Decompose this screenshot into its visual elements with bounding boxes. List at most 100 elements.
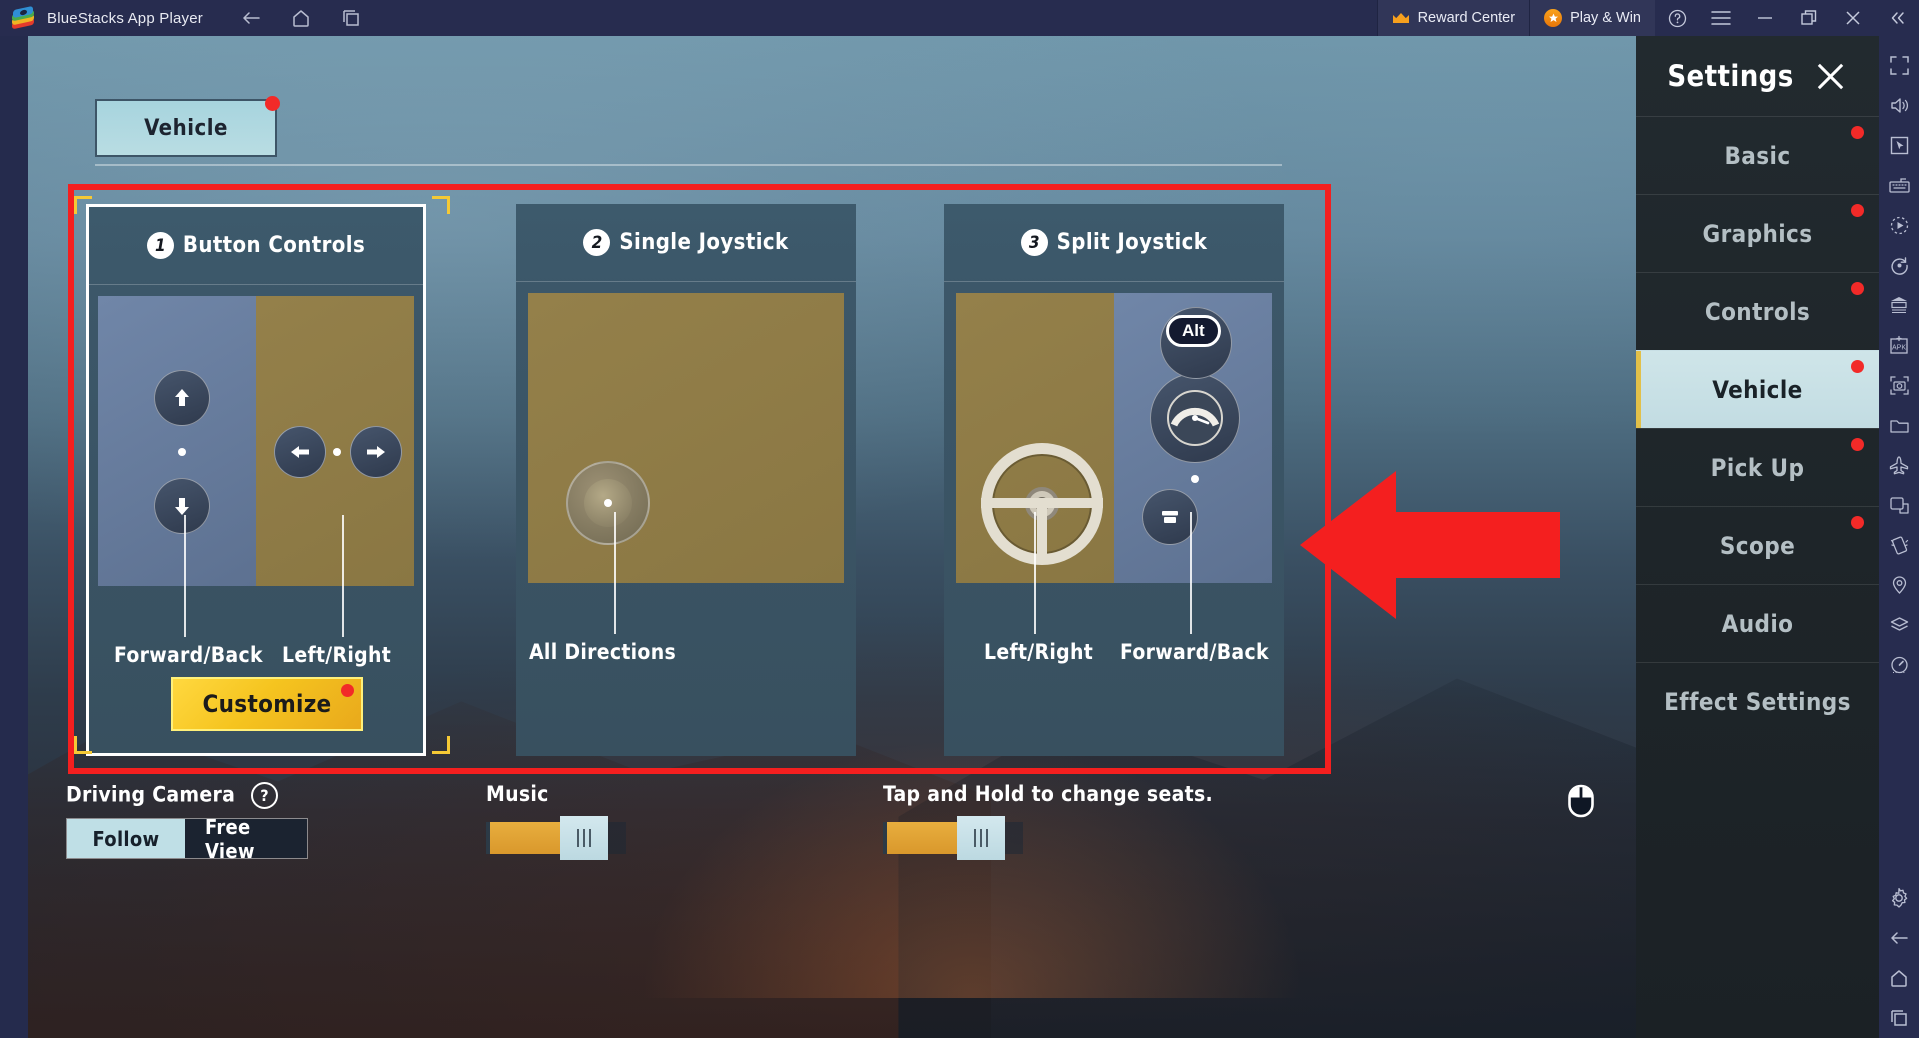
driving-camera-toggle[interactable]: Follow Free View [66, 815, 308, 863]
maximize-icon[interactable] [1787, 0, 1831, 36]
recent-apps-icon[interactable] [341, 8, 361, 28]
home-icon[interactable] [1879, 958, 1919, 998]
home-icon[interactable] [291, 8, 311, 28]
control-option-split-joystick[interactable]: 3 Split Joystick Alt Left/Right Forward/… [944, 204, 1284, 756]
close-icon[interactable] [1812, 58, 1848, 94]
performance-icon[interactable] [1879, 645, 1919, 685]
eco-mode-icon[interactable] [1879, 445, 1919, 485]
settings-item-scope[interactable]: Scope [1636, 506, 1879, 584]
settings-gear-icon[interactable] [1879, 878, 1919, 918]
steer-right-button-icon [350, 426, 402, 478]
header-divider [95, 164, 1282, 166]
close-icon[interactable] [1831, 0, 1875, 36]
settings-item-controls[interactable]: Controls [1636, 272, 1879, 350]
window-buttons [1655, 0, 1919, 36]
title-bar: BlueStacks App Player Reward Center Play… [0, 0, 1919, 36]
settings-item-pick-up[interactable]: Pick Up [1636, 428, 1879, 506]
selection-corner-top-left [74, 196, 92, 214]
callout-stem-left [1034, 512, 1036, 634]
install-apk-icon[interactable]: APK [1879, 325, 1919, 365]
cursor-icon[interactable] [1879, 125, 1919, 165]
settings-item-graphics[interactable]: Graphics [1636, 194, 1879, 272]
steering-wheel-icon [981, 443, 1103, 565]
vehicle-tab-label: Vehicle [144, 115, 228, 141]
settings-item-vehicle[interactable]: Vehicle [1636, 350, 1879, 428]
vehicle-tab[interactable]: Vehicle [95, 96, 280, 157]
keyboard-icon[interactable] [1879, 165, 1919, 205]
settings-header: Settings [1636, 36, 1879, 116]
notification-dot [1851, 360, 1864, 373]
callout-stem-right [342, 515, 344, 637]
music-slider[interactable] [486, 816, 626, 860]
option-title: Split Joystick [1056, 230, 1208, 255]
recent-apps-icon[interactable] [1879, 998, 1919, 1038]
star-icon [1544, 9, 1563, 27]
notification-dot [1851, 204, 1864, 217]
card-header: 2 Single Joystick [516, 204, 856, 282]
slider-knob[interactable] [560, 816, 608, 860]
speedometer-icon [1150, 373, 1240, 463]
settings-item-basic[interactable]: Basic [1636, 116, 1879, 194]
brake-button-icon [154, 478, 210, 534]
seat-change-slider[interactable] [883, 816, 1023, 860]
shake-icon[interactable] [1879, 525, 1919, 565]
option-preview [98, 296, 414, 586]
callout-stem [614, 512, 616, 634]
settings-item-label: Audio [1721, 609, 1794, 638]
play-and-win-button[interactable]: Play & Win [1529, 0, 1655, 36]
real-time-translation-icon[interactable] [1879, 485, 1919, 525]
reward-center-button[interactable]: Reward Center [1376, 0, 1530, 36]
reward-center-label: Reward Center [1417, 10, 1516, 26]
rotate-icon[interactable] [1879, 245, 1919, 285]
titlebar-right-group: Reward Center Play & Win [1376, 0, 1919, 36]
settings-item-label: Vehicle [1712, 375, 1803, 404]
menu-icon[interactable] [1699, 0, 1743, 36]
preview-center-dot [1191, 475, 1199, 483]
camera-option-follow[interactable]: Follow [67, 819, 185, 858]
layers-icon[interactable] [1879, 605, 1919, 645]
volume-icon[interactable] [1879, 85, 1919, 125]
play-and-win-label: Play & Win [1570, 10, 1641, 26]
settings-item-audio[interactable]: Audio [1636, 584, 1879, 662]
help-icon[interactable] [1655, 0, 1699, 36]
help-icon[interactable]: ? [251, 782, 279, 809]
option-number: 3 [1020, 229, 1048, 256]
customize-label: Customize [202, 690, 332, 718]
back-icon[interactable] [1879, 918, 1919, 958]
control-option-button-controls[interactable]: 1 Button Controls Forward/Back Left/Righ… [86, 204, 426, 756]
location-icon[interactable] [1879, 565, 1919, 605]
multi-instance-icon[interactable] [1879, 285, 1919, 325]
option-center-label: All Directions [529, 640, 677, 664]
macro-icon[interactable] [1879, 205, 1919, 245]
slider-fill [887, 822, 961, 854]
mouse-cursor-icon [1566, 784, 1596, 823]
settings-item-effect-settings[interactable]: Effect Settings [1636, 662, 1879, 740]
media-folder-icon[interactable] [1879, 405, 1919, 445]
notification-dot [1851, 126, 1864, 139]
option-preview [528, 293, 844, 583]
fullscreen-icon[interactable] [1879, 45, 1919, 85]
slider-knob[interactable] [957, 816, 1005, 860]
right-toolbar: APK [1879, 36, 1919, 1038]
customize-button[interactable]: Customize [171, 677, 363, 731]
bluestacks-logo-icon [12, 5, 34, 30]
control-option-single-joystick[interactable]: 2 Single Joystick All Directions [516, 204, 856, 756]
back-icon[interactable] [241, 8, 261, 28]
camera-option-free-view[interactable]: Free View [185, 815, 307, 863]
option-number: 2 [583, 229, 611, 256]
settings-item-label: Effect Settings [1664, 687, 1851, 716]
driving-camera-label: Driving Camera ? [66, 782, 279, 809]
settings-item-label: Basic [1724, 141, 1791, 170]
key-hint-alt: Alt [1166, 315, 1221, 347]
music-label: Music [486, 782, 549, 806]
game-viewport: Vehicle 1 Button Controls Forward/Back L… [28, 36, 1880, 1038]
seat-change-label: Tap and Hold to change seats. [883, 782, 1214, 806]
notification-dot [265, 96, 280, 111]
minimize-icon[interactable] [1743, 0, 1787, 36]
collapse-sidebar-icon[interactable] [1875, 0, 1919, 36]
callout-stem-left [184, 515, 186, 637]
screenshot-icon[interactable] [1879, 365, 1919, 405]
red-arrow-annotation [1300, 466, 1560, 624]
notification-dot [1851, 516, 1864, 529]
slider-fill [490, 822, 564, 854]
